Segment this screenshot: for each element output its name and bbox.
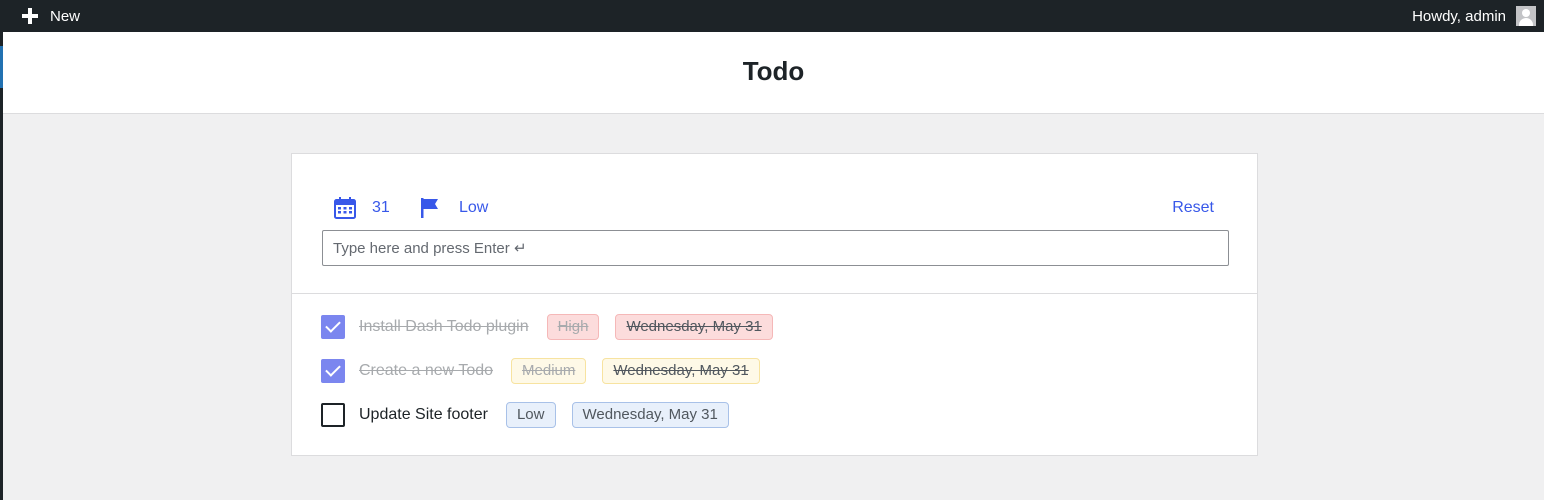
todo-title[interactable]: Install Dash Todo plugin <box>359 318 529 336</box>
due-date-picker[interactable]: 31 <box>334 197 390 219</box>
due-date-value: 31 <box>372 199 390 216</box>
calendar-icon <box>334 197 356 219</box>
new-content-button[interactable]: New <box>22 0 80 32</box>
todo-title[interactable]: Create a new Todo <box>359 362 493 380</box>
todo-item: Update Site footer Low Wednesday, May 31 <box>321 402 745 428</box>
howdy-text: Howdy, admin <box>1412 7 1506 25</box>
todo-composer: 31 Low Reset <box>292 154 1257 294</box>
flag-icon <box>421 198 439 218</box>
priority-badge: High <box>546 314 600 340</box>
todo-title[interactable]: Update Site footer <box>359 406 488 424</box>
new-label: New <box>50 7 81 25</box>
todo-checkbox-unchecked[interactable] <box>321 403 345 427</box>
todo-item: Create a new Todo Medium Wednesday, May … <box>321 358 776 384</box>
todo-checkbox-checked[interactable] <box>321 359 345 383</box>
new-todo-input[interactable] <box>322 230 1229 266</box>
page-header: Todo <box>3 32 1544 114</box>
due-date-badge: Wednesday, May 31 <box>571 402 729 428</box>
reset-button[interactable]: Reset <box>1172 197 1214 219</box>
avatar <box>1516 6 1536 26</box>
todo-checkbox-checked[interactable] <box>321 315 345 339</box>
todo-item: Install Dash Todo plugin High Wednesday,… <box>321 314 789 340</box>
todo-card: 31 Low Reset Install Dash Todo plugin Hi… <box>291 153 1258 456</box>
plus-icon <box>22 8 38 24</box>
page-title: Todo <box>742 56 805 86</box>
due-date-badge: Wednesday, May 31 <box>615 314 773 340</box>
account-menu[interactable]: Howdy, admin <box>1412 0 1536 32</box>
priority-badge: Low <box>505 402 556 428</box>
admin-bar: New Howdy, admin <box>0 0 1544 32</box>
priority-value: Low <box>459 199 489 216</box>
priority-badge: Medium <box>511 358 587 384</box>
priority-picker[interactable]: Low <box>421 197 488 219</box>
due-date-badge: Wednesday, May 31 <box>602 358 760 384</box>
